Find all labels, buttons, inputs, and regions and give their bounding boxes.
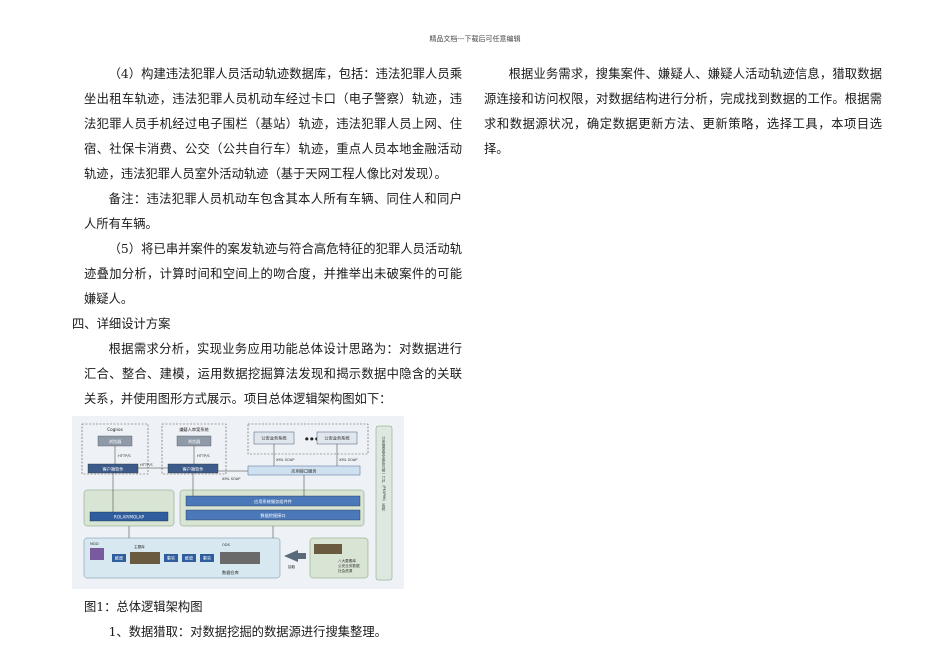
mdd-cube [90, 548, 104, 560]
http2-label: HTTP/S [197, 454, 210, 458]
section-heading-detailed-design: 四、详细设计方案 [72, 317, 171, 331]
http3-label: HTTP/S [140, 463, 153, 467]
paragraph-activity-database: （4）构建违法犯罪人员活动轨迹数据库，包括：违法犯罪人员乘坐出租车轨迹，违法犯罪… [84, 67, 462, 181]
dw-label: 主题库 [134, 544, 145, 549]
sources-line1: 八大要素库 [338, 558, 356, 563]
paragraph-overlay-analysis: （5）将已串并案件的案发轨迹与符合高危特征的犯罪人员活动轨迹叠加分析，计算时间和… [84, 242, 462, 306]
suspect-system-title: 嫌疑人串案系统 [179, 426, 208, 433]
security-sidebar-label: 公安信息安全体系与统一门户（PKI/PMI）系统 [381, 435, 386, 511]
data-mining-interface-label: 数据挖掘接口 [260, 512, 285, 519]
rolap-label: ROLAP/MOLAP [114, 515, 145, 520]
etl-label: 抽取 [288, 564, 296, 569]
browser1-label: 浏览器 [109, 438, 122, 445]
dim-label-4: 事实 [203, 555, 211, 562]
client2-label: 客户端软件 [183, 466, 204, 473]
paragraph-design-approach: 根据需求分析，实现业务应用功能总体设计思路为：对数据进行汇合、整合、建模，运用数… [84, 342, 462, 406]
page-header: 精品文档---下载后可任意编辑 [429, 35, 521, 43]
paragraph-requirements: 根据业务需求，搜集案件、嫌疑人、嫌疑人活动轨迹信息，猎取数据源连接和访问权限，对… [484, 67, 882, 156]
dim-label-3: 维度 [185, 555, 194, 562]
sources-line3: 社会资源 [338, 568, 353, 573]
browser2-label: 浏览器 [188, 438, 201, 445]
app-system-service-label: 应用系统服务组件件 [254, 498, 292, 505]
ods-label: ODS [222, 543, 231, 547]
mdd-label: MDD [90, 542, 99, 546]
data-warehouse-label: 数据仓库 [222, 569, 239, 576]
sources-block [314, 544, 342, 554]
xml-soap2-label: XML SOAP [339, 458, 358, 462]
app-interface-label: 应用接口服务 [291, 468, 317, 475]
etl-arrow [284, 550, 306, 562]
police-system1-label: 公安业务系统 [261, 435, 286, 442]
cognos-title: Cognos [107, 427, 123, 432]
sources-line2: 公安业务数据 [338, 563, 360, 568]
architecture-diagram-svg: Cognos 浏览器 HTTP/S 客户端软件 嫌疑人串案系统 浏览器 HTTP… [81, 423, 393, 581]
app-service-panel [179, 489, 365, 527]
client1-label: 客户端软件 [103, 466, 124, 473]
paragraph-note: 备注：违法犯罪人员机动车包含其本人所有车辆、同住人和同户人所有车辆。 [84, 192, 462, 231]
dw-block [130, 552, 160, 564]
dim-label-1: 维度 [115, 555, 124, 562]
police-system2-label: 公安业务系统 [324, 435, 349, 442]
architecture-diagram: Cognos 浏览器 HTTP/S 客户端软件 嫌疑人串案系统 浏览器 HTTP… [72, 416, 404, 589]
paragraph-data-acquisition: 1、数据猎取：对数据挖掘的数据源进行搜集整理。 [108, 625, 387, 639]
figure-caption: 图1：总体逻辑架构图 [84, 600, 203, 614]
dim-label-2: 事实 [167, 555, 175, 562]
ods-block [220, 552, 260, 564]
http1-label: HTTP/S [118, 454, 131, 458]
xml-soap3-label: XML SOAP [222, 477, 241, 481]
xml-soap1-label: XML SOAP [276, 458, 295, 462]
right-column: 根据业务需求，搜集案件、嫌疑人、嫌疑人活动轨迹信息，猎取数据源连接和访问权限，对… [484, 62, 882, 162]
left-column: （4）构建违法犯罪人员活动轨迹数据库，包括：违法犯罪人员乘坐出租车轨迹，违法犯罪… [72, 62, 462, 645]
